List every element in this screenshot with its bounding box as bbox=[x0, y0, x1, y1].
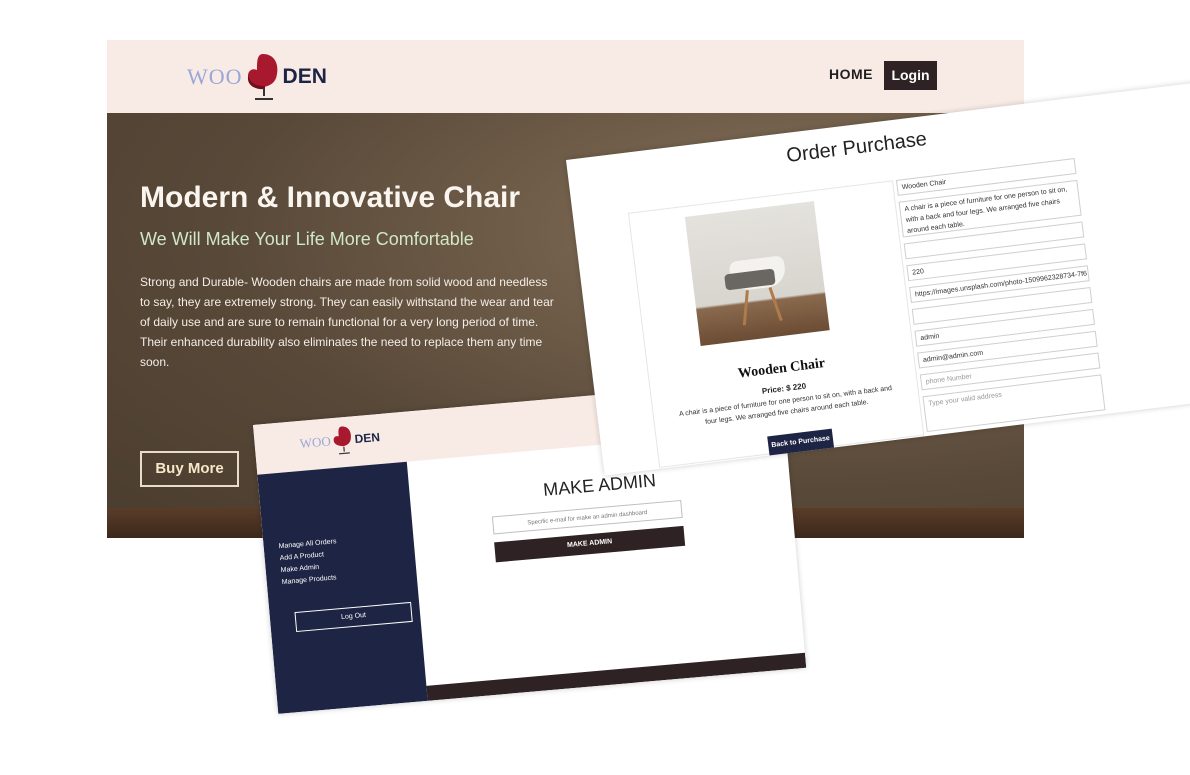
logo-text-right: DEN bbox=[282, 65, 327, 88]
armchair-logo-icon bbox=[333, 426, 351, 455]
admin-site-logo[interactable]: WOO DEN bbox=[299, 422, 382, 459]
purchase-form: Wooden Chair A chair is a piece of furni… bbox=[895, 158, 1109, 458]
make-admin-title: MAKE ADMIN bbox=[542, 470, 657, 500]
sidebar-item-manage-orders[interactable]: Manage All Orders bbox=[278, 538, 336, 550]
product-card: Wooden Chair Price: $ 220 A chair is a p… bbox=[627, 180, 925, 468]
hero-subtitle: We Will Make Your Life More Comfortable bbox=[140, 229, 474, 249]
site-logo[interactable]: WOO DEN bbox=[187, 52, 327, 102]
sidebar-item-manage-products[interactable]: Manage Products bbox=[282, 574, 337, 586]
logo-text-left: WOO bbox=[187, 64, 243, 89]
logo-text-left: WOO bbox=[299, 433, 332, 451]
hero-description: Strong and Durable- Wooden chairs are ma… bbox=[140, 275, 554, 369]
admin-footer-bar bbox=[426, 652, 807, 701]
hero-title: Modern & Innovative Chair bbox=[140, 181, 521, 214]
buy-more-button[interactable]: Buy More bbox=[140, 451, 239, 487]
login-button[interactable]: Login bbox=[884, 61, 937, 90]
nav-home-link[interactable]: HOME bbox=[829, 66, 873, 82]
sidebar-item-add-product[interactable]: Add A Product bbox=[279, 551, 324, 562]
logo-text-right: DEN bbox=[354, 430, 381, 447]
sidebar-item-make-admin[interactable]: Make Admin bbox=[280, 564, 319, 574]
armchair-logo-icon bbox=[247, 54, 277, 100]
logout-button[interactable]: Log Out bbox=[294, 601, 413, 633]
admin-sidebar: Manage All Orders Add A Product Make Adm… bbox=[257, 461, 428, 714]
product-image bbox=[684, 201, 830, 346]
navbar: WOO DEN HOME Login bbox=[107, 40, 1024, 113]
